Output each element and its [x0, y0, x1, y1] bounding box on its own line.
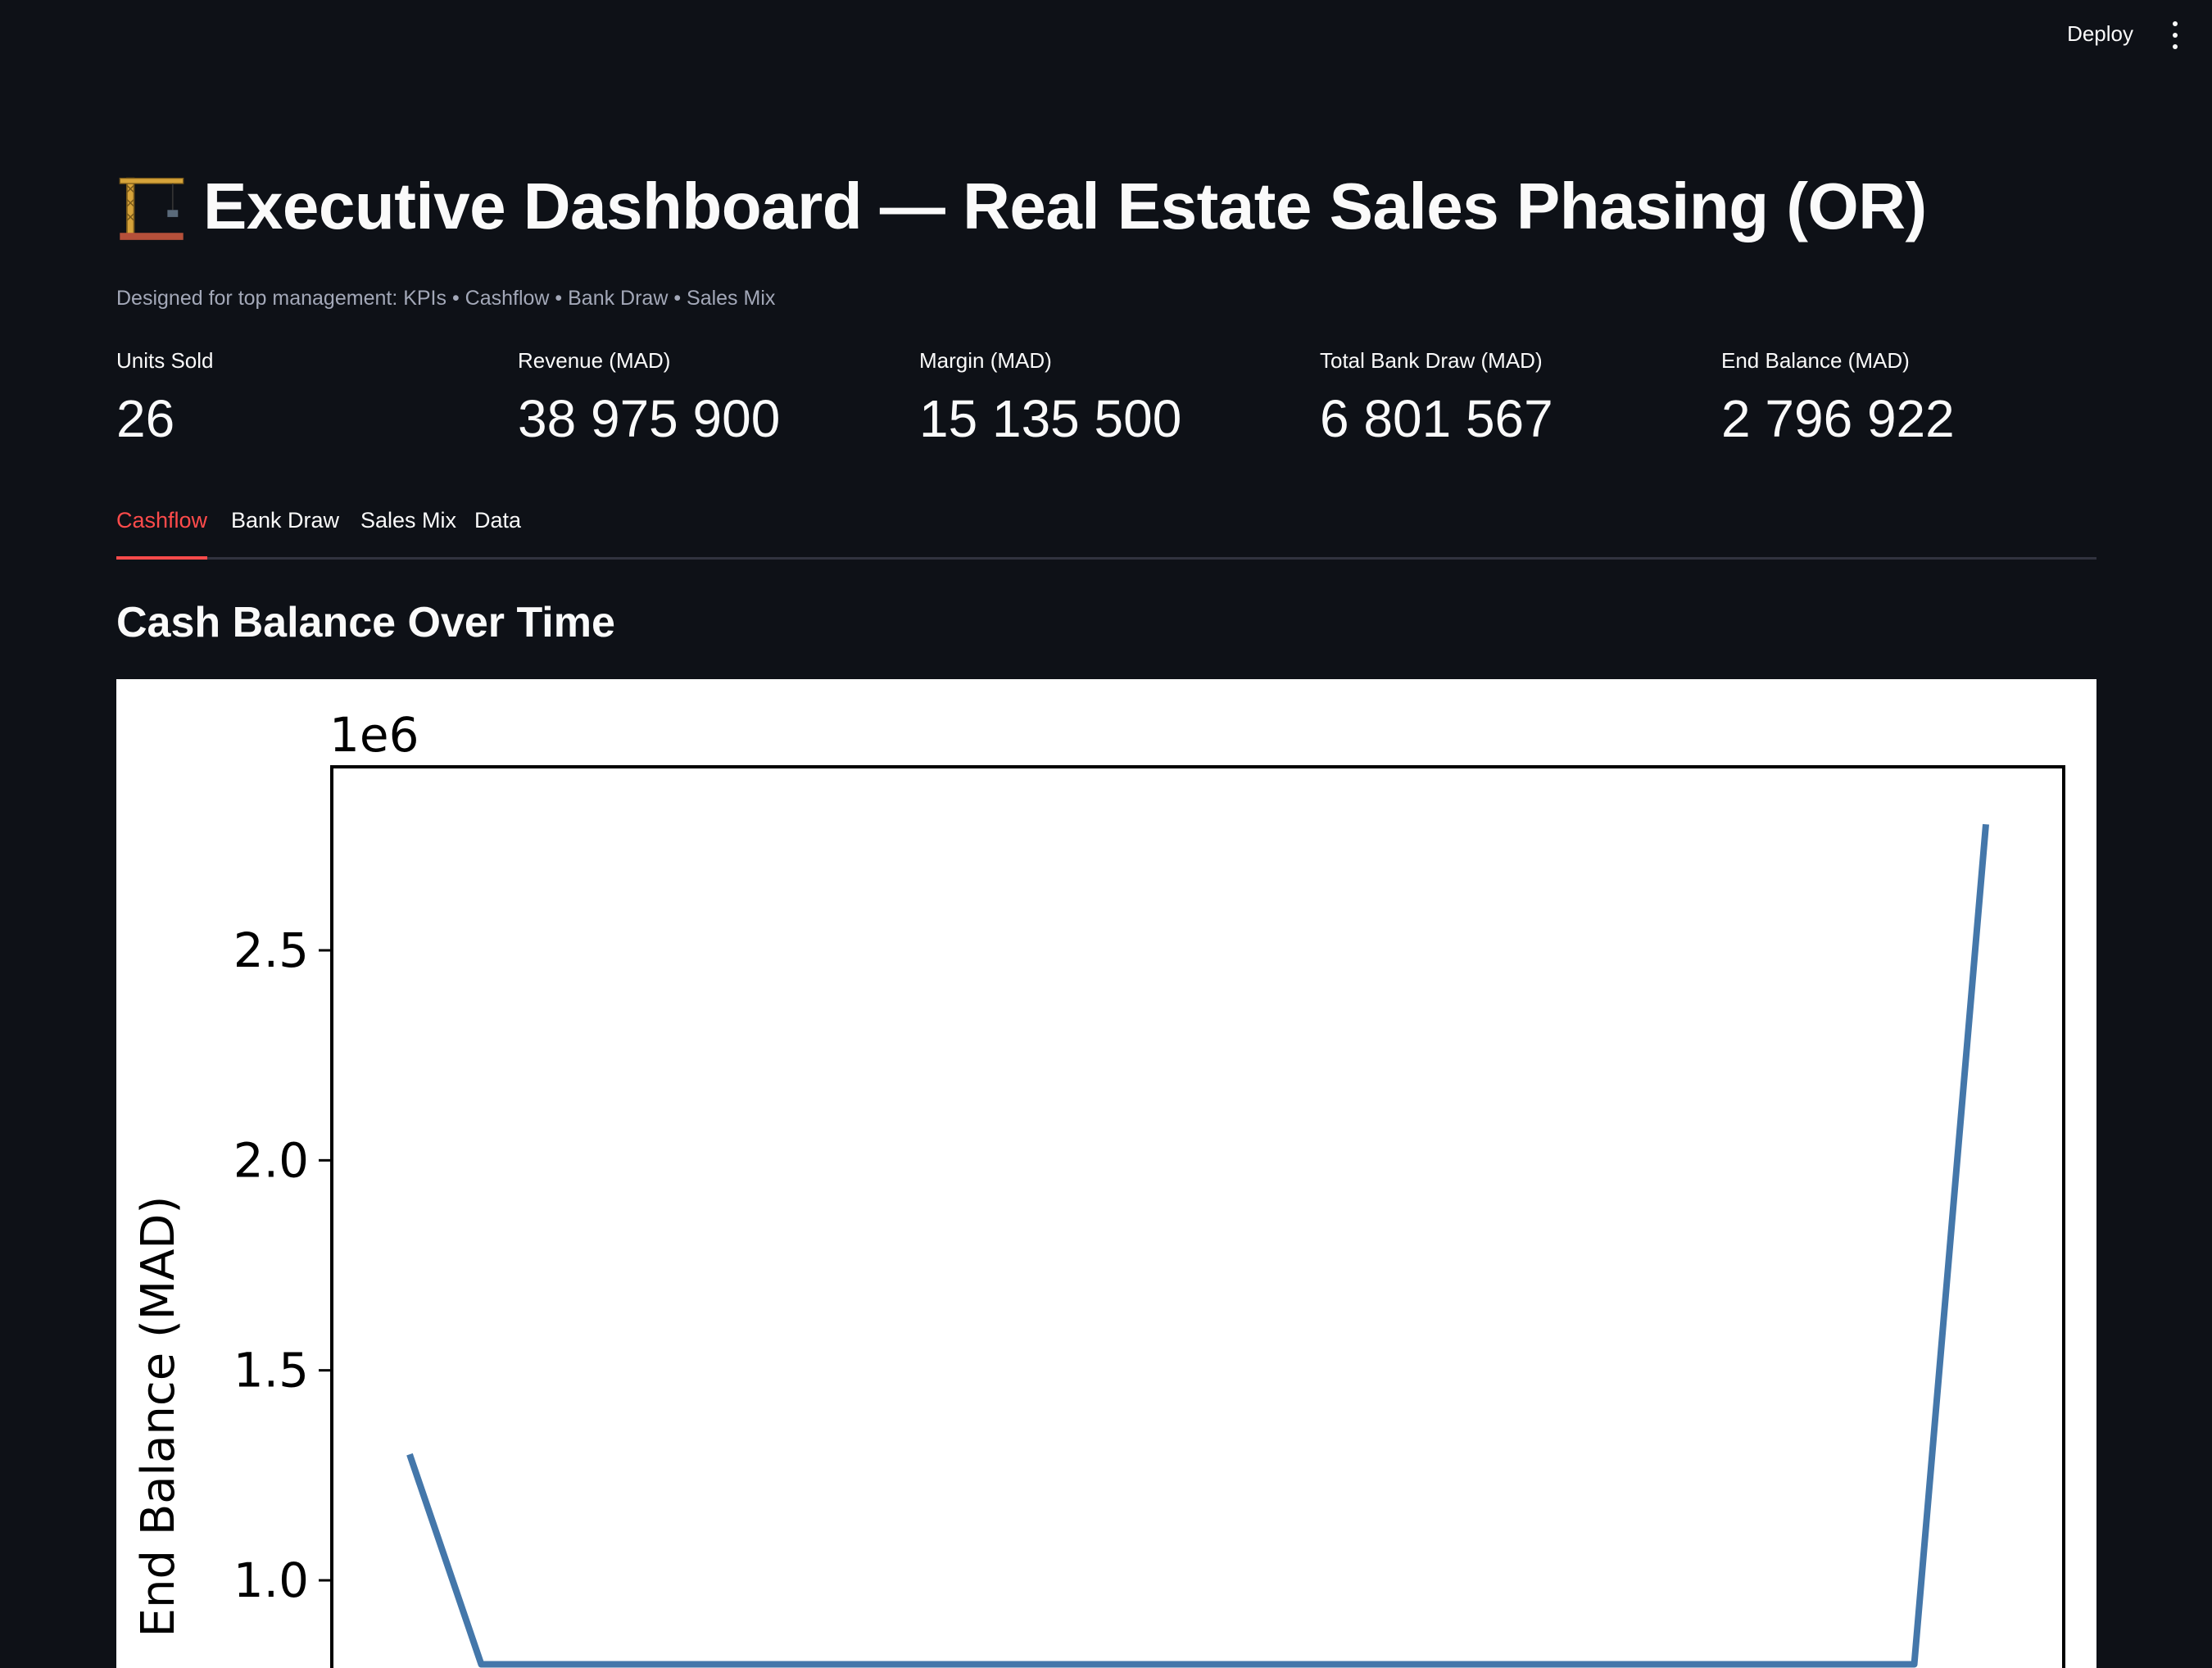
metric-end-balance: End Balance (MAD) 2 796 922 [1721, 348, 2115, 449]
kebab-menu-icon[interactable] [2169, 21, 2181, 49]
tab-bar: Cashflow Bank Draw Sales Mix Data [116, 508, 2096, 560]
metric-value: 6 801 567 [1320, 389, 1553, 448]
metric-value: 15 135 500 [919, 389, 1182, 448]
y-axis-label: End Balance (MAD) [132, 1196, 185, 1638]
metric-revenue: Revenue (MAD) 38 975 900 [518, 348, 911, 449]
plot-frame [330, 765, 2065, 1668]
construction-crane-icon [119, 177, 184, 240]
cash-balance-chart: 1e6 1.0 1.5 2.0 2.5 End Balance (MAD) [116, 679, 2096, 1668]
metric-total-bank-draw: Total Bank Draw (MAD) 6 801 567 [1320, 348, 1713, 449]
tab-data[interactable]: Data [474, 508, 521, 555]
deploy-button[interactable]: Deploy [2067, 21, 2133, 47]
metric-label: Revenue (MAD) [518, 348, 671, 373]
page-subtitle: Designed for top management: KPIs • Cash… [116, 287, 776, 310]
metric-value: 2 796 922 [1721, 389, 1955, 448]
page-title: Executive Dashboard — Real Estate Sales … [116, 169, 1927, 244]
y-tick-label: 1.5 [233, 1343, 309, 1398]
series-line [406, 823, 1989, 1668]
metric-label: Total Bank Draw (MAD) [1320, 348, 1543, 373]
tab-bank-draw[interactable]: Bank Draw [231, 508, 339, 555]
metric-units-sold: Units Sold 26 [116, 348, 510, 449]
chart-svg: 1e6 1.0 1.5 2.0 2.5 End Balance (MAD) [132, 707, 2065, 1668]
y-tick-label: 1.0 [233, 1552, 309, 1608]
metric-value: 38 975 900 [518, 389, 781, 448]
metric-margin: Margin (MAD) 15 135 500 [919, 348, 1312, 449]
y-ticks: 1.0 1.5 2.0 2.5 [233, 922, 332, 1608]
y-tick-label: 2.0 [233, 1132, 309, 1188]
metric-label: End Balance (MAD) [1721, 348, 1910, 373]
series-group [406, 823, 1989, 1668]
tab-sales-mix[interactable]: Sales Mix [360, 508, 456, 555]
page-title-text: Executive Dashboard — Real Estate Sales … [203, 170, 1927, 242]
top-bar: Deploy [0, 0, 2212, 74]
y-offset-text: 1e6 [329, 707, 419, 763]
section-title: Cash Balance Over Time [116, 599, 615, 646]
y-tick-label: 2.5 [233, 922, 309, 978]
metric-label: Margin (MAD) [919, 348, 1052, 373]
metric-label: Units Sold [116, 348, 214, 373]
metric-value: 26 [116, 389, 175, 448]
tab-cashflow[interactable]: Cashflow [116, 508, 208, 560]
